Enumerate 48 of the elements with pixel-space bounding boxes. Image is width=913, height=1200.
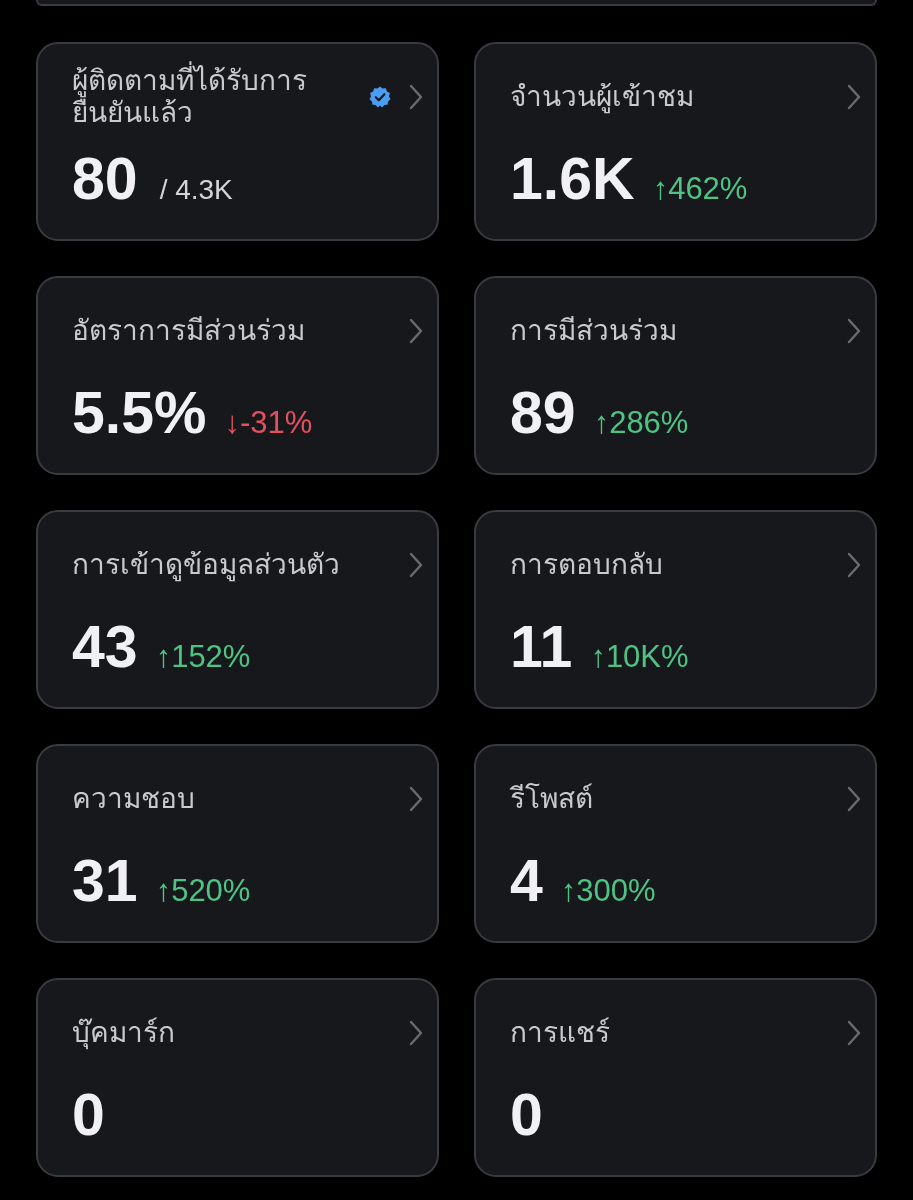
change-percent: ↑152%: [155, 639, 251, 675]
stat-card[interactable]: ผู้ติดตามที่ได้รับการยืนยันแล้ว 80 / 4.3K: [36, 42, 439, 241]
card-title: การมีส่วนร่วม: [510, 315, 678, 347]
partial-card[interactable]: [36, 0, 877, 6]
stat-total: / 4.3K: [159, 174, 233, 206]
stat-value: 11: [510, 615, 573, 679]
stat-value: 89: [510, 381, 576, 445]
stat-card[interactable]: การตอบกลับ 11 ↑10K%: [474, 510, 877, 709]
chevron-right-icon: [847, 84, 861, 110]
stat-value: 5.5%: [72, 381, 207, 445]
card-title: การเข้าดูข้อมูลส่วนตัว: [72, 549, 341, 581]
card-title: ความชอบ: [72, 783, 196, 815]
chevron-right-icon: [409, 318, 423, 344]
stat-card[interactable]: อัตราการมีส่วนร่วม 5.5% ↓-31%: [36, 276, 439, 475]
stat-value: 4: [510, 849, 543, 913]
stat-card[interactable]: รีโพสต์ 4 ↑300%: [474, 744, 877, 943]
chevron-right-icon: [409, 1020, 423, 1046]
card-title: รีโพสต์: [510, 783, 594, 815]
stat-card[interactable]: การเข้าดูข้อมูลส่วนตัว 43 ↑152%: [36, 510, 439, 709]
change-percent: ↑520%: [155, 873, 251, 909]
stat-value: 0: [510, 1083, 543, 1147]
change-percent: ↓-31%: [224, 405, 313, 441]
chevron-right-icon: [847, 1020, 861, 1046]
stat-card[interactable]: การมีส่วนร่วม 89 ↑286%: [474, 276, 877, 475]
chevron-right-icon: [409, 552, 423, 578]
stat-card[interactable]: ความชอบ 31 ↑520%: [36, 744, 439, 943]
change-percent: ↑462%: [652, 171, 748, 207]
stat-value: 31: [72, 849, 138, 913]
stat-card[interactable]: จำนวนผู้เข้าชม 1.6K ↑462%: [474, 42, 877, 241]
change-percent: ↑286%: [593, 405, 689, 441]
stat-card[interactable]: บุ๊คมาร์ก 0: [36, 978, 439, 1177]
chevron-right-icon: [847, 552, 861, 578]
card-title: บุ๊คมาร์ก: [72, 1017, 176, 1049]
stat-value: 43: [72, 615, 138, 679]
card-title: จำนวนผู้เข้าชม: [510, 81, 695, 113]
stat-value: 80: [72, 147, 138, 211]
card-title: อัตราการมีส่วนร่วม: [72, 315, 306, 347]
stat-card[interactable]: การแชร์ 0: [474, 978, 877, 1177]
chevron-right-icon: [409, 786, 423, 812]
change-percent: ↑300%: [560, 873, 656, 909]
stat-value: 0: [72, 1083, 105, 1147]
stat-value: 1.6K: [510, 147, 635, 211]
card-title: การแชร์: [510, 1017, 611, 1049]
chevron-right-icon: [847, 786, 861, 812]
chevron-right-icon: [847, 318, 861, 344]
card-title: การตอบกลับ: [510, 549, 664, 581]
chevron-right-icon: [409, 84, 423, 110]
change-percent: ↑10K%: [590, 639, 689, 675]
